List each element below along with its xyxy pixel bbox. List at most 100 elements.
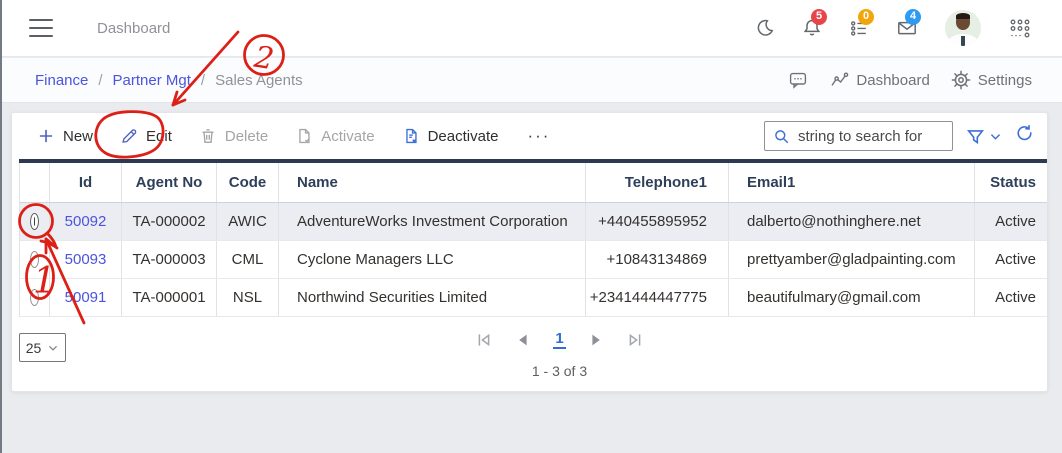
row-radio[interactable] bbox=[30, 251, 39, 268]
deactivate-button[interactable]: Deactivate bbox=[402, 127, 499, 145]
header-id[interactable]: Id bbox=[50, 163, 122, 202]
row-id-link[interactable]: 50091 bbox=[65, 289, 107, 306]
search-input[interactable] bbox=[796, 126, 947, 146]
activate-button-label: Activate bbox=[321, 127, 375, 145]
toolbar-right bbox=[764, 121, 1034, 151]
avatar-tie bbox=[961, 36, 965, 46]
table-row[interactable]: 50092 TA-000002 AWIC AdventureWorks Inve… bbox=[19, 203, 1048, 241]
pagination: 25 1 1 - 3 of 3 bbox=[12, 317, 1047, 391]
settings-link-label: Settings bbox=[977, 71, 1032, 89]
moon-icon bbox=[757, 19, 774, 36]
breadcrumb-actions: Dashboard Settings bbox=[788, 70, 1032, 90]
row-email1: prettyamber@gladpainting.com bbox=[729, 241, 975, 278]
dashboard-link-label: Dashboard bbox=[856, 71, 930, 89]
plus-icon bbox=[39, 129, 53, 143]
row-name: AdventureWorks Investment Corporation bbox=[279, 203, 586, 240]
notifications-badge: 5 bbox=[811, 9, 828, 25]
breadcrumb-separator: / bbox=[200, 71, 206, 89]
row-status: Active bbox=[975, 203, 1048, 240]
edit-button-label: Edit bbox=[146, 127, 172, 145]
agents-table: Id Agent No Code Name Telephone1 Email1 … bbox=[19, 159, 1048, 317]
breadcrumb: Finance / Partner Mgt / Sales Agents bbox=[35, 72, 303, 89]
next-page-button[interactable] bbox=[587, 331, 605, 349]
delete-button-label: Delete bbox=[224, 127, 269, 145]
activate-button[interactable]: Activate bbox=[295, 127, 375, 145]
chevron-down-icon bbox=[990, 133, 1001, 140]
toolbar: New Edit Delete Activate Deactivate ··· bbox=[12, 113, 1047, 159]
previous-page-button[interactable] bbox=[514, 331, 532, 349]
document-x-icon bbox=[405, 128, 417, 144]
last-page-icon bbox=[629, 333, 641, 346]
search-box[interactable] bbox=[764, 121, 953, 151]
header-email1[interactable]: Email1 bbox=[729, 163, 975, 202]
breadcrumb-current-page: Sales Agents bbox=[215, 71, 303, 89]
dark-mode-toggle[interactable] bbox=[755, 18, 775, 38]
edit-button[interactable]: Edit bbox=[120, 127, 172, 145]
tasks-badge: 0 bbox=[858, 9, 875, 25]
new-button-label: New bbox=[63, 127, 94, 145]
refresh-button[interactable] bbox=[1015, 124, 1034, 148]
user-avatar[interactable] bbox=[945, 10, 981, 46]
row-radio-selected[interactable] bbox=[30, 213, 39, 230]
delete-button[interactable]: Delete bbox=[199, 127, 268, 145]
last-page-button[interactable] bbox=[626, 331, 644, 349]
row-radio[interactable] bbox=[30, 289, 39, 306]
tasks-button[interactable]: 0 bbox=[849, 9, 875, 38]
page-number-1[interactable]: 1 bbox=[553, 330, 566, 349]
row-id-link[interactable]: 50093 bbox=[65, 251, 107, 268]
first-page-button[interactable] bbox=[475, 331, 493, 349]
top-bar: Dashboard 5 0 4 bbox=[2, 0, 1062, 57]
notifications-button[interactable]: 5 bbox=[802, 9, 828, 38]
new-button[interactable]: New bbox=[37, 127, 93, 145]
record-range-text: 1 - 3 of 3 bbox=[531, 363, 588, 379]
table-header-row: Id Agent No Code Name Telephone1 Email1 … bbox=[19, 163, 1048, 203]
row-email1: beautifulmary@gmail.com bbox=[729, 279, 975, 316]
deactivate-button-label: Deactivate bbox=[427, 127, 499, 145]
refresh-icon bbox=[1017, 124, 1032, 141]
messages-badge: 4 bbox=[905, 9, 922, 25]
row-email1: dalberto@nothinghere.net bbox=[729, 203, 975, 240]
row-code: CML bbox=[217, 241, 279, 278]
row-code: AWIC bbox=[217, 203, 279, 240]
pager-controls: 1 bbox=[42, 330, 1062, 349]
apps-grid-icon bbox=[1010, 19, 1030, 38]
table-row[interactable]: 50093 TA-000003 CML Cyclone Managers LLC… bbox=[19, 241, 1048, 279]
breadcrumb-partner-mgt[interactable]: Partner Mgt bbox=[113, 72, 191, 89]
hamburger-menu-button[interactable] bbox=[29, 19, 53, 37]
row-telephone1: +440455895952 bbox=[586, 203, 729, 240]
dashboard-link[interactable]: Dashboard bbox=[829, 70, 930, 90]
row-id-link[interactable]: 50092 bbox=[65, 213, 107, 230]
breadcrumb-finance[interactable]: Finance bbox=[35, 72, 88, 89]
document-check-icon bbox=[299, 128, 310, 144]
avatar-hair bbox=[956, 13, 970, 19]
settings-link[interactable]: Settings bbox=[951, 70, 1032, 90]
table-row[interactable]: 50091 TA-000001 NSL Northwind Securities… bbox=[19, 279, 1048, 317]
trash-icon bbox=[202, 129, 214, 143]
header-agent-no[interactable]: Agent No bbox=[122, 163, 217, 202]
comment-icon bbox=[790, 72, 807, 89]
next-page-icon bbox=[592, 334, 600, 345]
first-page-icon bbox=[478, 333, 490, 346]
apps-grid-button[interactable] bbox=[1008, 17, 1032, 39]
header-telephone1[interactable]: Telephone1 bbox=[586, 163, 729, 202]
header-status[interactable]: Status bbox=[975, 163, 1048, 202]
row-agent-no: TA-000003 bbox=[122, 241, 217, 278]
row-telephone1: +2341444447775 bbox=[586, 279, 729, 316]
pencil-icon bbox=[122, 129, 137, 143]
content-card: New Edit Delete Activate Deactivate ··· bbox=[11, 112, 1048, 392]
header-code[interactable]: Code bbox=[217, 163, 279, 202]
previous-page-icon bbox=[519, 334, 527, 345]
row-name: Cyclone Managers LLC bbox=[279, 241, 586, 278]
row-agent-no: TA-000001 bbox=[122, 279, 217, 316]
funnel-icon bbox=[966, 129, 985, 144]
row-code: NSL bbox=[217, 279, 279, 316]
row-agent-no: TA-000002 bbox=[122, 203, 217, 240]
breadcrumb-bar: Finance / Partner Mgt / Sales Agents Das… bbox=[2, 58, 1062, 103]
row-name: Northwind Securities Limited bbox=[279, 279, 586, 316]
topbar-actions: 5 0 4 bbox=[755, 9, 1032, 46]
header-name[interactable]: Name bbox=[279, 163, 586, 202]
feedback-button[interactable] bbox=[788, 70, 808, 90]
more-actions-button[interactable]: ··· bbox=[525, 126, 552, 146]
filter-button[interactable] bbox=[966, 127, 1002, 146]
messages-button[interactable]: 4 bbox=[896, 9, 922, 38]
